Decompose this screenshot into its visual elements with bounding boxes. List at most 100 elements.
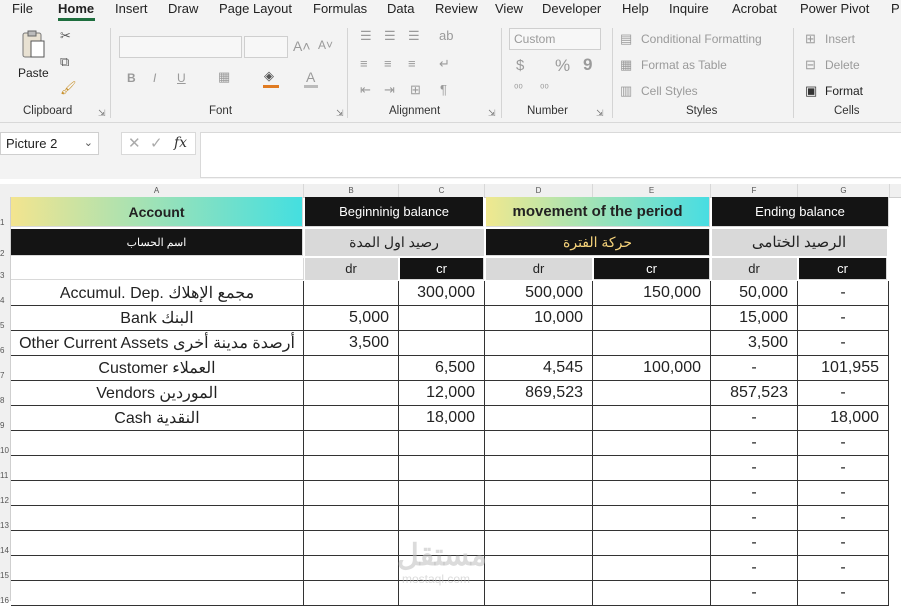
- cut-icon[interactable]: ✂: [60, 28, 71, 44]
- cell-ending-dr[interactable]: 15,000: [711, 306, 798, 331]
- row-header[interactable]: 14: [0, 546, 10, 555]
- row-header[interactable]: 15: [0, 571, 10, 580]
- menu-page-layout[interactable]: Page Layout: [219, 1, 292, 16]
- cell-ending-dr[interactable]: 50,000: [711, 281, 798, 306]
- text-direction-icon[interactable]: ¶: [440, 82, 447, 97]
- decrease-decimal-icon[interactable]: ⁰⁰: [540, 82, 549, 95]
- row-header[interactable]: 11: [0, 471, 10, 480]
- font-launcher-icon[interactable]: ⇲: [336, 108, 344, 119]
- cell-ending-cr[interactable]: -: [798, 481, 889, 506]
- cell-beginning-dr[interactable]: [304, 356, 399, 381]
- increase-indent-icon[interactable]: ⇥: [384, 82, 395, 98]
- cell-beginning-cr[interactable]: 6,500: [399, 356, 485, 381]
- cell-ending-dr[interactable]: -: [711, 506, 798, 531]
- cell-beginning-cr[interactable]: [399, 481, 485, 506]
- header-account[interactable]: Account: [11, 197, 303, 227]
- cell-account[interactable]: [11, 431, 304, 456]
- row-header[interactable]: 1: [0, 218, 10, 227]
- cell-beginning-dr[interactable]: [304, 281, 399, 306]
- cell-account[interactable]: [11, 506, 304, 531]
- name-box[interactable]: Picture 2 ⌄: [0, 132, 99, 155]
- cell-movement-dr[interactable]: [485, 481, 593, 506]
- insert-cells-icon[interactable]: ⊞: [805, 31, 816, 47]
- header-b-cr[interactable]: cr: [400, 258, 484, 280]
- cell-ending-cr[interactable]: -: [798, 381, 889, 406]
- row-header[interactable]: 6: [0, 346, 10, 355]
- cell-ending-dr[interactable]: 857,523: [711, 381, 798, 406]
- menu-home[interactable]: Home: [58, 1, 94, 16]
- cell-beginning-dr[interactable]: [304, 556, 399, 581]
- header-e-dr[interactable]: dr: [712, 258, 797, 280]
- insert-function-button[interactable]: fx: [174, 135, 187, 151]
- cell-beginning-dr[interactable]: [304, 581, 399, 606]
- cell-ending-dr[interactable]: -: [711, 556, 798, 581]
- cell-account[interactable]: Bank البنك: [11, 306, 304, 331]
- cell-movement-dr[interactable]: [485, 531, 593, 556]
- column-header-a[interactable]: A: [10, 184, 304, 197]
- cell-movement-cr[interactable]: [593, 381, 711, 406]
- cell-movement-cr[interactable]: [593, 431, 711, 456]
- row-header[interactable]: 10: [0, 446, 10, 455]
- header-beginning-balance[interactable]: Beginninig balance: [305, 197, 484, 227]
- header-beginning-ar[interactable]: رصيد اول المدة: [305, 229, 484, 256]
- cell-account[interactable]: [11, 531, 304, 556]
- cell-account[interactable]: [11, 456, 304, 481]
- enter-icon[interactable]: ✓: [150, 134, 163, 152]
- cell-ending-dr[interactable]: -: [711, 581, 798, 606]
- cell-beginning-cr[interactable]: [399, 456, 485, 481]
- cell-movement-cr[interactable]: [593, 581, 711, 606]
- row-header[interactable]: 13: [0, 521, 10, 530]
- cell-movement-cr[interactable]: [593, 556, 711, 581]
- wrap-text-icon[interactable]: ↵: [439, 56, 450, 72]
- conditional-formatting-button[interactable]: Conditional Formatting: [641, 32, 762, 46]
- conditional-formatting-icon[interactable]: ▤: [620, 31, 632, 47]
- header-account-ar[interactable]: اسم الحساب: [11, 229, 303, 256]
- cell-movement-cr[interactable]: [593, 531, 711, 556]
- font-name-combo[interactable]: [119, 36, 242, 58]
- header-b-dr[interactable]: dr: [305, 258, 398, 280]
- menu-insert[interactable]: Insert: [115, 1, 148, 16]
- cell-ending-cr[interactable]: -: [798, 556, 889, 581]
- cell-account[interactable]: [11, 556, 304, 581]
- row-header[interactable]: 5: [0, 321, 10, 330]
- number-format-combo[interactable]: Custom: [509, 28, 601, 50]
- orientation-icon[interactable]: ab: [439, 28, 453, 43]
- cell-ending-dr[interactable]: -: [711, 431, 798, 456]
- cell-beginning-dr[interactable]: [304, 381, 399, 406]
- menu-view[interactable]: View: [495, 1, 523, 16]
- cell-movement-cr[interactable]: 150,000: [593, 281, 711, 306]
- cell-movement-cr[interactable]: 100,000: [593, 356, 711, 381]
- align-left-icon[interactable]: ≡: [360, 56, 368, 71]
- cell-movement-dr[interactable]: 869,523: [485, 381, 593, 406]
- cell-beginning-cr[interactable]: [399, 306, 485, 331]
- underline-button[interactable]: U: [177, 71, 186, 85]
- cell-beginning-cr[interactable]: 300,000: [399, 281, 485, 306]
- menu-draw[interactable]: Draw: [168, 1, 198, 16]
- paste-button[interactable]: Paste: [18, 66, 49, 80]
- copy-icon[interactable]: ⧉: [60, 54, 69, 70]
- currency-button[interactable]: $: [516, 57, 524, 74]
- cell-ending-cr[interactable]: -: [798, 331, 889, 356]
- row-header[interactable]: 4: [0, 296, 10, 305]
- cell-ending-dr[interactable]: -: [711, 356, 798, 381]
- column-header-c[interactable]: C: [399, 184, 485, 197]
- cell-beginning-dr[interactable]: 3,500: [304, 331, 399, 356]
- cell-beginning-dr[interactable]: [304, 456, 399, 481]
- header-movement-ar[interactable]: حركة الفترة: [486, 229, 710, 256]
- menu-inquire[interactable]: Inquire: [669, 1, 709, 16]
- format-cells-icon[interactable]: ▣: [805, 83, 817, 99]
- header-blank[interactable]: [11, 258, 304, 280]
- cell-ending-cr[interactable]: -: [798, 531, 889, 556]
- grow-font-button[interactable]: A˄: [293, 38, 311, 54]
- formula-input[interactable]: [200, 132, 901, 178]
- merge-icon[interactable]: ⊞: [410, 82, 421, 98]
- cell-beginning-cr[interactable]: [399, 431, 485, 456]
- cell-beginning-dr[interactable]: [304, 431, 399, 456]
- format-as-table-button[interactable]: Format as Table: [641, 58, 727, 72]
- cell-movement-cr[interactable]: [593, 456, 711, 481]
- cell-movement-cr[interactable]: [593, 406, 711, 431]
- row-header[interactable]: 7: [0, 371, 10, 380]
- chevron-down-icon[interactable]: ⌄: [84, 136, 93, 149]
- italic-button[interactable]: I: [153, 71, 156, 85]
- column-header-f[interactable]: F: [711, 184, 798, 197]
